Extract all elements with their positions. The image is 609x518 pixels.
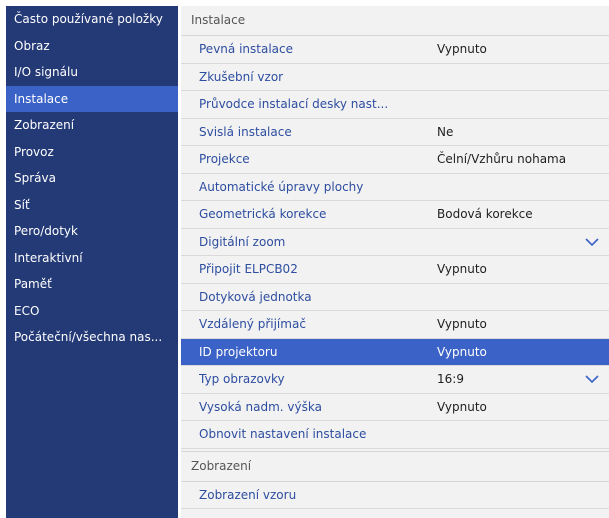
row-label: Automatické úpravy plochy	[199, 179, 364, 194]
sidebar-item-image[interactable]: Obraz	[6, 33, 178, 60]
menu-row-high-altitude[interactable]: Vysoká nadm. výška Vypnuto	[181, 394, 609, 421]
menu-row-test-pattern[interactable]: Zkušební vzor	[181, 64, 609, 91]
chevron-down-icon[interactable]	[585, 237, 599, 247]
section-title-display: Zobrazení	[181, 450, 609, 482]
row-value: Bodová korekce	[437, 207, 533, 221]
row-value: Vypnuto	[437, 344, 487, 359]
sidebar-item-frequent[interactable]: Často používané položky	[6, 6, 178, 33]
menu-row-touch-unit[interactable]: Dotyková jednotka	[181, 284, 609, 311]
row-value: Vypnuto	[437, 262, 487, 276]
row-label: Geometrická korekce	[199, 207, 327, 221]
row-label: Zobrazení vzoru	[199, 487, 297, 502]
settings-panel: Instalace Pevná instalace Vypnuto Zkušeb…	[181, 6, 609, 518]
sidebar-item-operation[interactable]: Provoz	[6, 139, 178, 166]
row-label: Průvodce instalací desky nast...	[199, 97, 389, 111]
chevron-down-icon[interactable]	[585, 374, 599, 384]
sidebar-item-network[interactable]: Síť	[6, 192, 178, 219]
menu-row-pattern-display[interactable]: Zobrazení vzoru	[181, 482, 609, 509]
sidebar-item-installation[interactable]: Instalace	[6, 85, 178, 112]
row-label: Obnovit nastavení instalace	[199, 427, 367, 441]
row-value: Vypnuto	[437, 42, 487, 56]
menu-row-reset-installation[interactable]: Obnovit nastavení instalace	[181, 421, 609, 449]
sidebar-item-reset[interactable]: Počáteční/všechna nas...	[6, 324, 178, 351]
menu-row-board-setup-guide[interactable]: Průvodce instalací desky nast...	[181, 91, 609, 119]
row-label: Připojit ELPCB02	[199, 262, 298, 276]
sidebar-item-interactive[interactable]: Interaktivní	[6, 245, 178, 272]
sidebar-item-signal-io[interactable]: I/O signálu	[6, 59, 178, 86]
sidebar-item-display[interactable]: Zobrazení	[6, 112, 178, 139]
row-label: Zkušební vzor	[199, 69, 284, 84]
row-label: Projekce	[199, 152, 250, 166]
sidebar-item-memory[interactable]: Paměť	[6, 271, 178, 298]
menu-row-connect-elpcb02[interactable]: Připojit ELPCB02 Vypnuto	[181, 256, 609, 284]
row-label: Svislá instalace	[199, 124, 292, 139]
row-label: Vzdálený přijímač	[199, 317, 306, 331]
row-label: Vysoká nadm. výška	[199, 399, 322, 414]
row-value: 16:9	[437, 372, 464, 386]
row-label: Typ obrazovky	[199, 372, 285, 386]
menu-row-projection[interactable]: Projekce Čelní/Vzhůru nohama	[181, 146, 609, 174]
sidebar: Často používané položky Obraz I/O signál…	[6, 6, 178, 518]
row-value: Vypnuto	[437, 399, 487, 414]
row-label: Pevná instalace	[199, 42, 293, 56]
row-value: Vypnuto	[437, 317, 487, 331]
menu-row-geometry-correction[interactable]: Geometrická korekce Bodová korekce	[181, 201, 609, 229]
row-label: Dotyková jednotka	[199, 289, 312, 304]
sidebar-item-eco[interactable]: ECO	[6, 298, 178, 325]
menu-row-digital-zoom[interactable]: Digitální zoom	[181, 229, 609, 256]
menu-row-fixed-installation[interactable]: Pevná instalace Vypnuto	[181, 36, 609, 64]
row-label: ID projektoru	[199, 344, 278, 359]
menu-row-projector-id[interactable]: ID projektoru Vypnuto	[181, 338, 609, 366]
menu-row-auto-screen-adjust[interactable]: Automatické úpravy plochy	[181, 174, 609, 201]
section-title-installation: Instalace	[181, 6, 609, 36]
row-value: Ne	[437, 124, 454, 139]
row-value: Čelní/Vzhůru nohama	[437, 152, 567, 166]
menu-row-vertical-installation[interactable]: Svislá instalace Ne	[181, 119, 609, 146]
sidebar-item-management[interactable]: Správa	[6, 165, 178, 192]
menu-row-remote-receiver[interactable]: Vzdálený přijímač Vypnuto	[181, 311, 609, 339]
settings-window: Často používané položky Obraz I/O signál…	[6, 6, 609, 518]
row-label: Digitální zoom	[199, 234, 286, 249]
sidebar-item-pen-touch[interactable]: Pero/dotyk	[6, 218, 178, 245]
menu-row-screen-type[interactable]: Typ obrazovky 16:9	[181, 366, 609, 394]
